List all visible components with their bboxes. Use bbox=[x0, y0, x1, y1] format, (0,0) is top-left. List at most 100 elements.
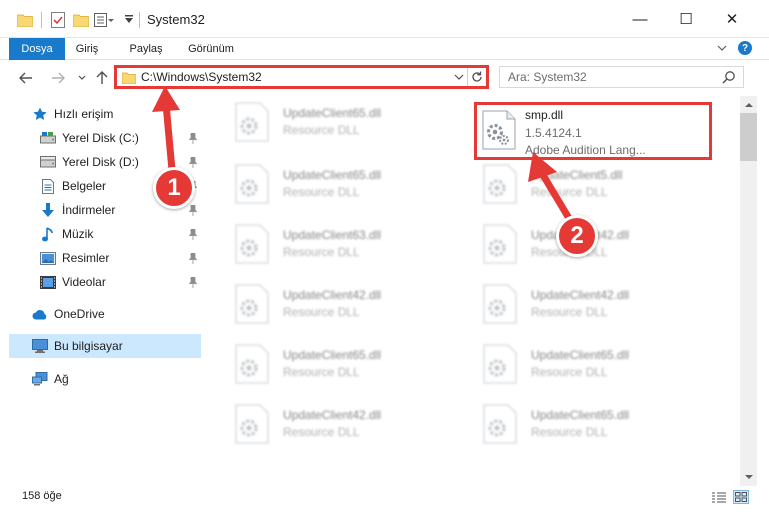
address-history-chevron-icon[interactable] bbox=[452, 69, 466, 85]
file-description: Resource DLL bbox=[283, 425, 360, 439]
back-arrow-icon[interactable] bbox=[16, 68, 36, 88]
up-arrow-icon[interactable] bbox=[92, 68, 112, 88]
file-item[interactable]: UpdateClient42.dll Resource DLL bbox=[211, 278, 446, 328]
star-icon bbox=[32, 106, 48, 122]
vertical-scrollbar[interactable] bbox=[740, 96, 757, 486]
file-description: Resource DLL bbox=[283, 245, 360, 259]
pin-icon[interactable] bbox=[188, 204, 198, 216]
scroll-up-arrow-icon[interactable] bbox=[740, 96, 757, 113]
pin-icon[interactable] bbox=[188, 228, 198, 240]
folder-icon bbox=[121, 71, 137, 87]
sidebar-item-label: OneDrive bbox=[54, 307, 105, 321]
close-button[interactable]: ✕ bbox=[709, 0, 755, 38]
step-marker-2: 2 bbox=[556, 215, 598, 257]
file-item[interactable]: UpdateClient65.dll Resource DLL bbox=[459, 398, 694, 448]
dll-file-icon bbox=[483, 284, 519, 326]
tab-file[interactable]: Dosya bbox=[9, 38, 65, 60]
file-version: 1.5.4124.1 bbox=[525, 126, 582, 140]
sidebar-item-videos[interactable]: Videolar bbox=[0, 270, 203, 294]
file-item[interactable]: UpdateClient5.dll Resource DLL bbox=[459, 158, 694, 208]
pin-icon[interactable] bbox=[188, 156, 198, 168]
file-list: UpdateClient65.dll Resource DLL smp.dll … bbox=[205, 96, 740, 486]
file-name: UpdateClient42.dll bbox=[283, 288, 382, 302]
new-folder-icon[interactable] bbox=[73, 11, 89, 29]
step-marker-1: 1 bbox=[153, 167, 195, 209]
expand-ribbon-chevron-icon[interactable] bbox=[715, 41, 729, 55]
file-description: Resource DLL bbox=[283, 185, 360, 199]
file-name: UpdateClient42.dll bbox=[531, 288, 630, 302]
file-item[interactable]: UpdateClient42.dll Resource DLL bbox=[211, 398, 446, 448]
dll-file-icon bbox=[483, 224, 519, 266]
file-description: Resource DLL bbox=[531, 305, 608, 319]
maximize-button[interactable]: ☐ bbox=[663, 0, 709, 38]
dll-file-icon bbox=[483, 164, 519, 206]
file-item[interactable]: UpdateClient65.dll Resource DLL bbox=[211, 158, 446, 208]
item-count: 158 öğe bbox=[22, 490, 62, 502]
scroll-down-arrow-icon[interactable] bbox=[740, 469, 757, 486]
recent-locations-chevron-icon[interactable] bbox=[72, 68, 92, 88]
sidebar-item-label: Yerel Disk (D:) bbox=[62, 155, 139, 169]
file-name: UpdateClient65.dll bbox=[283, 168, 382, 182]
tab-home[interactable]: Giriş bbox=[65, 38, 109, 60]
file-name: UpdateClient65.dll bbox=[283, 348, 382, 362]
file-item[interactable]: UpdateClient63.dll Resource DLL bbox=[211, 218, 446, 268]
search-icon[interactable] bbox=[722, 70, 736, 84]
search-input[interactable] bbox=[508, 69, 713, 85]
dll-file-icon bbox=[235, 164, 271, 206]
sidebar-item-onedrive[interactable]: OneDrive bbox=[0, 302, 203, 326]
scrollbar-thumb[interactable] bbox=[740, 113, 757, 161]
sidebar-item-quick-access[interactable]: Hızlı erişim bbox=[0, 102, 203, 126]
file-item-selected[interactable]: smp.dll 1.5.4124.1 Adobe Audition Lang..… bbox=[474, 102, 712, 160]
sidebar-item-drive-c[interactable]: Yerel Disk (C:) bbox=[0, 126, 203, 150]
refresh-icon[interactable] bbox=[467, 68, 486, 86]
search-box[interactable] bbox=[499, 66, 744, 88]
ribbon-tabs: Dosya Giriş Paylaş Görünüm ? bbox=[0, 38, 769, 60]
download-icon bbox=[40, 202, 56, 218]
sidebar-item-label: Yerel Disk (C:) bbox=[62, 131, 139, 145]
title-separator bbox=[139, 12, 140, 28]
view-options-icon[interactable] bbox=[94, 11, 116, 29]
tab-view[interactable]: Görünüm bbox=[180, 38, 242, 60]
forward-arrow-icon[interactable] bbox=[48, 68, 68, 88]
pin-icon[interactable] bbox=[188, 132, 198, 144]
properties-icon[interactable] bbox=[51, 11, 67, 29]
file-description: Resource DLL bbox=[531, 365, 608, 379]
file-item[interactable]: UpdateClient65.dll Resource DLL bbox=[211, 96, 446, 146]
document-icon bbox=[40, 178, 56, 194]
status-bar: 158 öğe bbox=[0, 486, 769, 508]
address-path[interactable]: C:\Windows\System32 bbox=[141, 70, 262, 84]
pin-icon[interactable] bbox=[188, 252, 198, 264]
help-icon[interactable]: ? bbox=[738, 41, 752, 55]
title-bar: System32 — ☐ ✕ bbox=[0, 0, 769, 38]
details-view-icon[interactable] bbox=[711, 490, 727, 504]
file-name: UpdateClient65.dll bbox=[531, 408, 630, 422]
dll-file-icon bbox=[483, 404, 519, 446]
file-item[interactable]: UpdateClient42.dll Resource DLL bbox=[459, 278, 694, 328]
sidebar-item-label: Hızlı erişim bbox=[54, 107, 114, 121]
navigation-pane: Hızlı erişim Yerel Disk (C:) Yerel Disk … bbox=[0, 96, 205, 486]
drive-icon bbox=[40, 130, 56, 146]
minimize-button[interactable]: — bbox=[617, 0, 663, 38]
video-icon bbox=[40, 274, 56, 290]
dll-file-icon bbox=[235, 404, 271, 446]
sidebar-item-this-pc[interactable]: Bu bilgisayar bbox=[9, 334, 201, 358]
sidebar-item-label: Resimler bbox=[62, 251, 110, 265]
picture-icon bbox=[40, 250, 56, 266]
sidebar-item-label: Belgeler bbox=[62, 179, 107, 193]
sidebar-item-pictures[interactable]: Resimler bbox=[0, 246, 203, 270]
file-item[interactable]: UpdateClient65.dll Resource DLL bbox=[211, 338, 446, 388]
file-item[interactable]: UpdateClient65.dll Resource DLL bbox=[459, 338, 694, 388]
dll-file-icon bbox=[235, 102, 271, 144]
address-bar[interactable]: C:\Windows\System32 bbox=[114, 65, 489, 89]
pin-icon[interactable] bbox=[188, 276, 198, 288]
customize-toolbar-chevron-icon[interactable] bbox=[124, 11, 134, 29]
computer-icon bbox=[32, 338, 48, 354]
sidebar-item-music[interactable]: Müzik bbox=[0, 222, 203, 246]
tab-share[interactable]: Paylaş bbox=[121, 38, 171, 60]
folder-icon[interactable] bbox=[17, 11, 35, 29]
sidebar-item-network[interactable]: Ağ bbox=[0, 367, 203, 391]
file-name: UpdateClient42.dll bbox=[283, 408, 382, 422]
dll-file-icon bbox=[482, 110, 518, 152]
window-title: System32 bbox=[147, 12, 205, 27]
large-icons-view-icon[interactable] bbox=[733, 490, 749, 504]
